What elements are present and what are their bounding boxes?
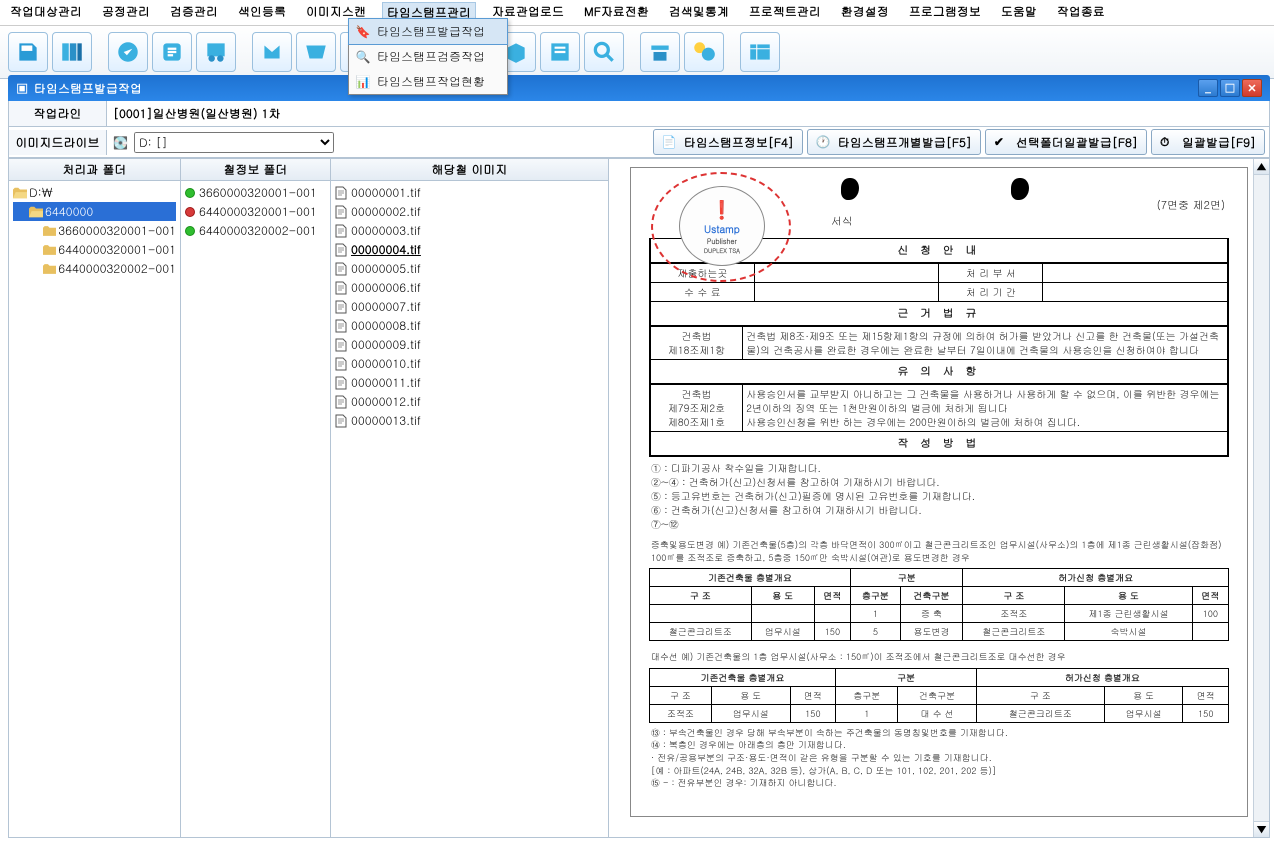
window-titlebar: ▣ 타임스탬프발급작업 _ □ ✕ (8, 75, 1270, 101)
batch-icon: ⏱ (1160, 133, 1178, 151)
menu-item[interactable]: 프로그램정보 (905, 2, 985, 23)
image-item[interactable]: 00000011.tif (335, 373, 604, 392)
timestamp-stamp: ❗ Ustamp Publisher DUPLEX TSA (651, 172, 791, 282)
image-item[interactable]: 00000010.tif (335, 354, 604, 373)
drive-label: 이미지드라이브 (9, 130, 107, 155)
scroll-down-icon[interactable]: ▼ (1254, 821, 1269, 837)
menu-item[interactable]: 검증관리 (166, 2, 222, 23)
clock-icon: 🕐 (816, 133, 834, 151)
tree-item[interactable]: 6440000320002-001 (13, 259, 176, 278)
image-preview: ❗ Ustamp Publisher DUPLEX TSA 서식 (7면중 제2… (609, 159, 1269, 837)
toolbar-button[interactable] (296, 32, 336, 72)
image-item[interactable]: 00000001.tif (335, 183, 604, 202)
folder-list[interactable]: 3660000320001-0016440000320001-001644000… (181, 181, 330, 242)
image-item[interactable]: 00000003.tif (335, 221, 604, 240)
toolbar-button[interactable] (540, 32, 580, 72)
toolbar-button[interactable] (684, 32, 724, 72)
menu-item[interactable]: 도움말 (997, 2, 1041, 23)
status-dot-icon (185, 188, 195, 198)
close-button[interactable]: ✕ (1242, 79, 1262, 97)
dropdown-label: 타임스탬프작업현황 (377, 73, 485, 90)
status-dot-icon (185, 207, 195, 217)
dropdown-item-issue[interactable]: 🔖 타임스탬프발급작업 (348, 18, 508, 45)
tree-item[interactable]: 6440000 (13, 202, 176, 221)
menu-item[interactable]: MF자료전환 (580, 2, 653, 23)
folder-item[interactable]: 6440000320002-001 (185, 221, 326, 240)
tree-item[interactable]: 6440000320001-001 (13, 240, 176, 259)
folder-tree[interactable]: D:\64400003660000320001-0016440000320001… (9, 181, 180, 280)
toolbar-button[interactable] (640, 32, 680, 72)
toolbar-button[interactable] (252, 32, 292, 72)
menu-item[interactable]: 작업대상관리 (6, 2, 86, 23)
info-icon: 📄 (662, 133, 680, 151)
menu-item[interactable]: 프로젝트관리 (745, 2, 825, 23)
menu-item[interactable]: 색인등록 (234, 2, 290, 23)
doc-notes: ⑬ : 부속건축물인 경우 당해 부속부분이 속하는 주건축물의 동명칭및번호를… (649, 723, 1229, 794)
menu-item[interactable]: 작업종료 (1053, 2, 1109, 23)
image-item[interactable]: 00000002.tif (335, 202, 604, 221)
toolbar-button[interactable] (196, 32, 236, 72)
table2: 기존건축물 층별개요구분허가신청 층별개요 구 조용 도면적층구분건축구분구 조… (649, 668, 1229, 723)
window-icon: ▣ (16, 80, 28, 97)
workline-value: [0001]일산병원(일산병원) 1차 (107, 102, 1269, 125)
tree-item[interactable]: D:\ (13, 183, 176, 202)
toolbar-button[interactable] (740, 32, 780, 72)
page-indicator: (7면중 제2면) (1157, 198, 1226, 213)
folder-item[interactable]: 6440000320001-001 (185, 202, 326, 221)
menu-item[interactable]: 환경설정 (837, 2, 893, 23)
toolbar-button[interactable] (52, 32, 92, 72)
dropdown-item-status[interactable]: 📊 타임스탬프작업현황 (349, 69, 507, 94)
image-item[interactable]: 00000012.tif (335, 392, 604, 411)
toolbar-button[interactable] (108, 32, 148, 72)
tab-folder-batch[interactable]: ✔선택폴더일괄발급[F8] (985, 129, 1147, 155)
image-list[interactable]: 00000001.tif00000002.tif00000003.tif0000… (331, 181, 608, 432)
menu-item[interactable]: 공정관리 (98, 2, 154, 23)
status-dot-icon (185, 226, 195, 236)
maximize-button[interactable]: □ (1220, 79, 1240, 97)
workline-label: 작업라인 (9, 101, 107, 126)
scroll-up-icon[interactable]: ▲ (1254, 159, 1269, 175)
document-preview: ❗ Ustamp Publisher DUPLEX TSA 서식 (7면중 제2… (630, 167, 1248, 817)
menu-item[interactable]: 검색및통계 (665, 2, 733, 23)
toolbar-button[interactable] (584, 32, 624, 72)
minimize-button[interactable]: _ (1198, 79, 1218, 97)
method-lines: ① : 디파기공사 착수일을 기재합니다.②~④ : 건축허가(신고)신청서를 … (649, 457, 1229, 535)
tree-item[interactable]: 3660000320001-001 (13, 221, 176, 240)
image-item[interactable]: 00000008.tif (335, 316, 604, 335)
dropdown-label: 타임스탬프발급작업 (377, 23, 485, 40)
timestamp-dropdown: 🔖 타임스탬프발급작업 🔍 타임스탬프검증작업 📊 타임스탬프작업현황 (348, 18, 508, 95)
folder-item[interactable]: 3660000320001-001 (185, 183, 326, 202)
check-icon: ✔ (994, 133, 1012, 151)
status-icon: 📊 (355, 74, 371, 90)
stamp-icon: 🔖 (355, 24, 371, 40)
verify-icon: 🔍 (355, 49, 371, 65)
image-item[interactable]: 00000009.tif (335, 335, 604, 354)
dropdown-item-verify[interactable]: 🔍 타임스탬프검증작업 (349, 44, 507, 69)
toolbar-button[interactable] (8, 32, 48, 72)
tab-timestamp-info[interactable]: 📄타임스탬프정보[F4] (653, 129, 803, 155)
dropdown-label: 타임스탬프검증작업 (377, 48, 485, 65)
preview-scrollbar[interactable]: ▲ ▼ (1253, 159, 1269, 837)
col2-header: 철정보 폴더 (181, 159, 330, 181)
image-item[interactable]: 00000005.tif (335, 259, 604, 278)
main-toolbar (0, 26, 1274, 79)
image-item[interactable]: 00000004.tif (335, 240, 604, 259)
col3-header: 해당철 이미지 (331, 159, 608, 181)
toolbar-button[interactable] (152, 32, 192, 72)
table1: 기존건축물 층별개요구분허가신청 층별개요 구 조용 도면적층구분건축구분구 조… (649, 568, 1229, 641)
drive-select[interactable]: D: [] (134, 132, 334, 153)
tab-individual-issue[interactable]: 🕐타임스탬프개별발급[F5] (807, 129, 981, 155)
menu-bar: 작업대상관리 공정관리 검증관리 색인등록 이미지스캔 타임스탬프관리 자료관업… (0, 0, 1274, 26)
window-title: 타임스탬프발급작업 (34, 80, 142, 97)
image-item[interactable]: 00000013.tif (335, 411, 604, 430)
image-item[interactable]: 00000006.tif (335, 278, 604, 297)
col1-header: 처리과 폴더 (9, 159, 180, 181)
image-item[interactable]: 00000007.tif (335, 297, 604, 316)
seosik-label: 서식 (831, 214, 853, 229)
disk-icon: 💽 (113, 134, 128, 151)
tab-batch-issue[interactable]: ⏱일괄발급[F9] (1151, 129, 1265, 155)
